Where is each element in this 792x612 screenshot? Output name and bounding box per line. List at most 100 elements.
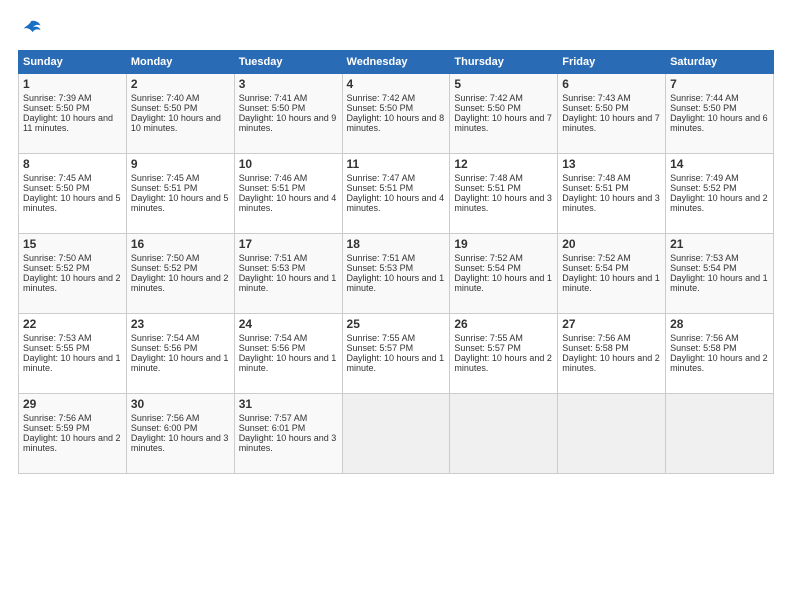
calendar-cell: 18 Sunrise: 7:51 AM Sunset: 5:53 PM Dayl… — [342, 234, 450, 314]
week-row-1: 1 Sunrise: 7:39 AM Sunset: 5:50 PM Dayli… — [19, 74, 774, 154]
sunset-text: Sunset: 5:52 PM — [23, 263, 90, 273]
sunset-text: Sunset: 5:58 PM — [670, 343, 737, 353]
calendar-cell: 14 Sunrise: 7:49 AM Sunset: 5:52 PM Dayl… — [666, 154, 774, 234]
daylight-text: Daylight: 10 hours and 5 minutes. — [131, 193, 229, 213]
sunset-text: Sunset: 5:54 PM — [670, 263, 737, 273]
calendar-cell: 3 Sunrise: 7:41 AM Sunset: 5:50 PM Dayli… — [234, 74, 342, 154]
daylight-text: Daylight: 10 hours and 1 minute. — [239, 353, 337, 373]
calendar-cell: 23 Sunrise: 7:54 AM Sunset: 5:56 PM Dayl… — [126, 314, 234, 394]
daylight-text: Daylight: 10 hours and 3 minutes. — [454, 193, 552, 213]
logo — [18, 18, 42, 40]
day-number: 3 — [239, 77, 338, 91]
daylight-text: Daylight: 10 hours and 3 minutes. — [239, 433, 337, 453]
day-number: 15 — [23, 237, 122, 251]
day-number: 12 — [454, 157, 553, 171]
sunrise-text: Sunrise: 7:56 AM — [562, 333, 631, 343]
calendar-cell — [450, 394, 558, 474]
sunset-text: Sunset: 5:57 PM — [347, 343, 414, 353]
day-number: 18 — [347, 237, 446, 251]
sunrise-text: Sunrise: 7:54 AM — [239, 333, 308, 343]
calendar-cell: 16 Sunrise: 7:50 AM Sunset: 5:52 PM Dayl… — [126, 234, 234, 314]
week-row-2: 8 Sunrise: 7:45 AM Sunset: 5:50 PM Dayli… — [19, 154, 774, 234]
calendar-cell: 4 Sunrise: 7:42 AM Sunset: 5:50 PM Dayli… — [342, 74, 450, 154]
day-number: 14 — [670, 157, 769, 171]
day-number: 22 — [23, 317, 122, 331]
daylight-text: Daylight: 10 hours and 8 minutes. — [347, 113, 445, 133]
calendar-cell: 24 Sunrise: 7:54 AM Sunset: 5:56 PM Dayl… — [234, 314, 342, 394]
calendar-cell: 11 Sunrise: 7:47 AM Sunset: 5:51 PM Dayl… — [342, 154, 450, 234]
day-number: 31 — [239, 397, 338, 411]
sunrise-text: Sunrise: 7:52 AM — [562, 253, 631, 263]
sunset-text: Sunset: 5:54 PM — [562, 263, 629, 273]
day-number: 4 — [347, 77, 446, 91]
day-number: 26 — [454, 317, 553, 331]
header — [18, 18, 774, 40]
calendar-cell: 6 Sunrise: 7:43 AM Sunset: 5:50 PM Dayli… — [558, 74, 666, 154]
calendar-cell: 21 Sunrise: 7:53 AM Sunset: 5:54 PM Dayl… — [666, 234, 774, 314]
sunset-text: Sunset: 5:51 PM — [239, 183, 306, 193]
daylight-text: Daylight: 10 hours and 4 minutes. — [239, 193, 337, 213]
calendar-cell: 15 Sunrise: 7:50 AM Sunset: 5:52 PM Dayl… — [19, 234, 127, 314]
sunrise-text: Sunrise: 7:48 AM — [454, 173, 523, 183]
sunset-text: Sunset: 5:53 PM — [347, 263, 414, 273]
day-number: 29 — [23, 397, 122, 411]
daylight-text: Daylight: 10 hours and 3 minutes. — [562, 193, 660, 213]
daylight-text: Daylight: 10 hours and 3 minutes. — [131, 433, 229, 453]
sunrise-text: Sunrise: 7:40 AM — [131, 93, 200, 103]
day-number: 24 — [239, 317, 338, 331]
calendar-cell: 26 Sunrise: 7:55 AM Sunset: 5:57 PM Dayl… — [450, 314, 558, 394]
sunset-text: Sunset: 5:52 PM — [670, 183, 737, 193]
week-row-5: 29 Sunrise: 7:56 AM Sunset: 5:59 PM Dayl… — [19, 394, 774, 474]
sunset-text: Sunset: 5:53 PM — [239, 263, 306, 273]
calendar-cell: 17 Sunrise: 7:51 AM Sunset: 5:53 PM Dayl… — [234, 234, 342, 314]
daylight-text: Daylight: 10 hours and 1 minute. — [347, 353, 445, 373]
day-number: 20 — [562, 237, 661, 251]
col-header-thursday: Thursday — [450, 51, 558, 74]
sunset-text: Sunset: 5:51 PM — [454, 183, 521, 193]
calendar-cell: 13 Sunrise: 7:48 AM Sunset: 5:51 PM Dayl… — [558, 154, 666, 234]
col-header-wednesday: Wednesday — [342, 51, 450, 74]
sunset-text: Sunset: 5:51 PM — [562, 183, 629, 193]
sunrise-text: Sunrise: 7:56 AM — [23, 413, 92, 423]
sunset-text: Sunset: 5:56 PM — [239, 343, 306, 353]
calendar-cell: 28 Sunrise: 7:56 AM Sunset: 5:58 PM Dayl… — [666, 314, 774, 394]
sunrise-text: Sunrise: 7:49 AM — [670, 173, 739, 183]
sunrise-text: Sunrise: 7:53 AM — [23, 333, 92, 343]
day-number: 17 — [239, 237, 338, 251]
sunset-text: Sunset: 5:50 PM — [562, 103, 629, 113]
calendar-cell: 12 Sunrise: 7:48 AM Sunset: 5:51 PM Dayl… — [450, 154, 558, 234]
calendar-cell: 7 Sunrise: 7:44 AM Sunset: 5:50 PM Dayli… — [666, 74, 774, 154]
sunset-text: Sunset: 6:00 PM — [131, 423, 198, 433]
daylight-text: Daylight: 10 hours and 1 minute. — [239, 273, 337, 293]
day-number: 25 — [347, 317, 446, 331]
sunrise-text: Sunrise: 7:46 AM — [239, 173, 308, 183]
day-number: 10 — [239, 157, 338, 171]
day-number: 1 — [23, 77, 122, 91]
day-number: 5 — [454, 77, 553, 91]
day-number: 27 — [562, 317, 661, 331]
daylight-text: Daylight: 10 hours and 1 minute. — [131, 353, 229, 373]
calendar-cell: 5 Sunrise: 7:42 AM Sunset: 5:50 PM Dayli… — [450, 74, 558, 154]
logo-bird-icon — [20, 18, 42, 40]
day-number: 28 — [670, 317, 769, 331]
daylight-text: Daylight: 10 hours and 1 minute. — [23, 353, 121, 373]
daylight-text: Daylight: 10 hours and 2 minutes. — [23, 433, 121, 453]
day-number: 23 — [131, 317, 230, 331]
calendar-cell: 22 Sunrise: 7:53 AM Sunset: 5:55 PM Dayl… — [19, 314, 127, 394]
calendar-cell: 19 Sunrise: 7:52 AM Sunset: 5:54 PM Dayl… — [450, 234, 558, 314]
sunrise-text: Sunrise: 7:42 AM — [347, 93, 416, 103]
sunset-text: Sunset: 5:52 PM — [131, 263, 198, 273]
col-header-monday: Monday — [126, 51, 234, 74]
sunrise-text: Sunrise: 7:52 AM — [454, 253, 523, 263]
daylight-text: Daylight: 10 hours and 2 minutes. — [454, 353, 552, 373]
sunset-text: Sunset: 6:01 PM — [239, 423, 306, 433]
col-header-tuesday: Tuesday — [234, 51, 342, 74]
sunrise-text: Sunrise: 7:41 AM — [239, 93, 308, 103]
calendar-cell: 25 Sunrise: 7:55 AM Sunset: 5:57 PM Dayl… — [342, 314, 450, 394]
sunset-text: Sunset: 5:58 PM — [562, 343, 629, 353]
sunrise-text: Sunrise: 7:47 AM — [347, 173, 416, 183]
sunset-text: Sunset: 5:50 PM — [454, 103, 521, 113]
sunrise-text: Sunrise: 7:50 AM — [23, 253, 92, 263]
day-number: 7 — [670, 77, 769, 91]
sunrise-text: Sunrise: 7:54 AM — [131, 333, 200, 343]
